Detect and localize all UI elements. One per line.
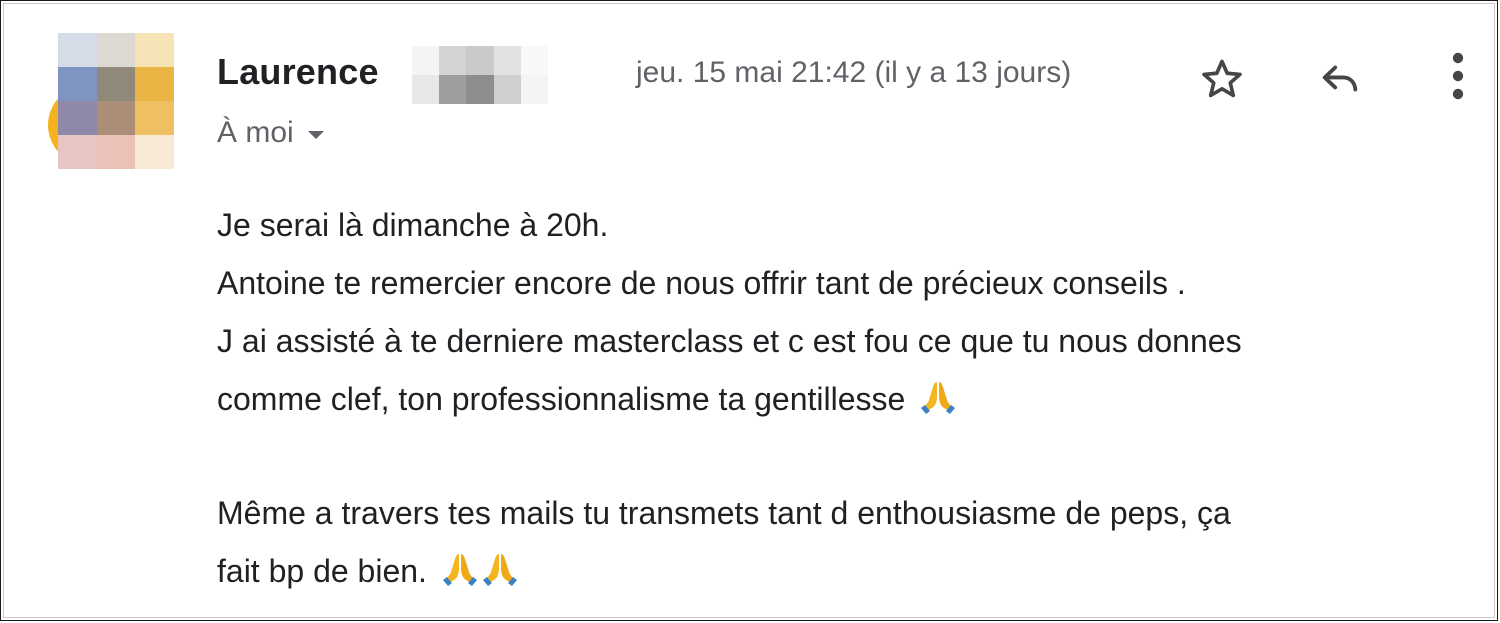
sender-email-redacted xyxy=(412,46,548,104)
more-vert-icon xyxy=(1452,52,1464,100)
caret-down-icon[interactable] xyxy=(307,131,324,139)
reply-button[interactable] xyxy=(1312,51,1368,107)
more-options-button[interactable] xyxy=(1430,48,1486,104)
message-body: Je serai là dimanche à 20h. Antoine te r… xyxy=(217,196,1477,600)
body-line-with-emoji: comme clef, ton professionnalisme ta gen… xyxy=(217,370,1477,428)
body-line-with-emoji: fait bp de bien. xyxy=(217,542,1477,600)
folded-hands-emoji-icon xyxy=(921,382,956,414)
sender-name[interactable]: Laurence xyxy=(217,51,379,93)
sender-avatar[interactable] xyxy=(48,33,174,169)
reply-icon xyxy=(1322,65,1358,92)
message-date: jeu. 15 mai 21:42 (il y a 13 jours) xyxy=(636,56,1072,89)
folded-hands-emoji-icon xyxy=(442,554,477,586)
body-line-text: comme clef, ton professionnalisme ta gen… xyxy=(217,381,906,417)
star-icon xyxy=(1202,59,1242,98)
body-line-text: fait bp de bien. xyxy=(217,553,427,589)
star-button[interactable] xyxy=(1194,51,1250,107)
recipient-label: À moi xyxy=(217,116,294,149)
recipient-details-toggle[interactable]: À moi xyxy=(217,116,324,150)
folded-hands-emoji-icon xyxy=(482,554,517,586)
body-line: J ai assisté à te derniere masterclass e… xyxy=(217,323,1242,359)
body-line: Même a travers tes mails tu transmets ta… xyxy=(217,495,1231,531)
body-line: Antoine te remercier encore de nous offr… xyxy=(217,265,1186,301)
body-line: Je serai là dimanche à 20h. xyxy=(217,207,609,243)
avatar-pixelated xyxy=(58,33,174,169)
